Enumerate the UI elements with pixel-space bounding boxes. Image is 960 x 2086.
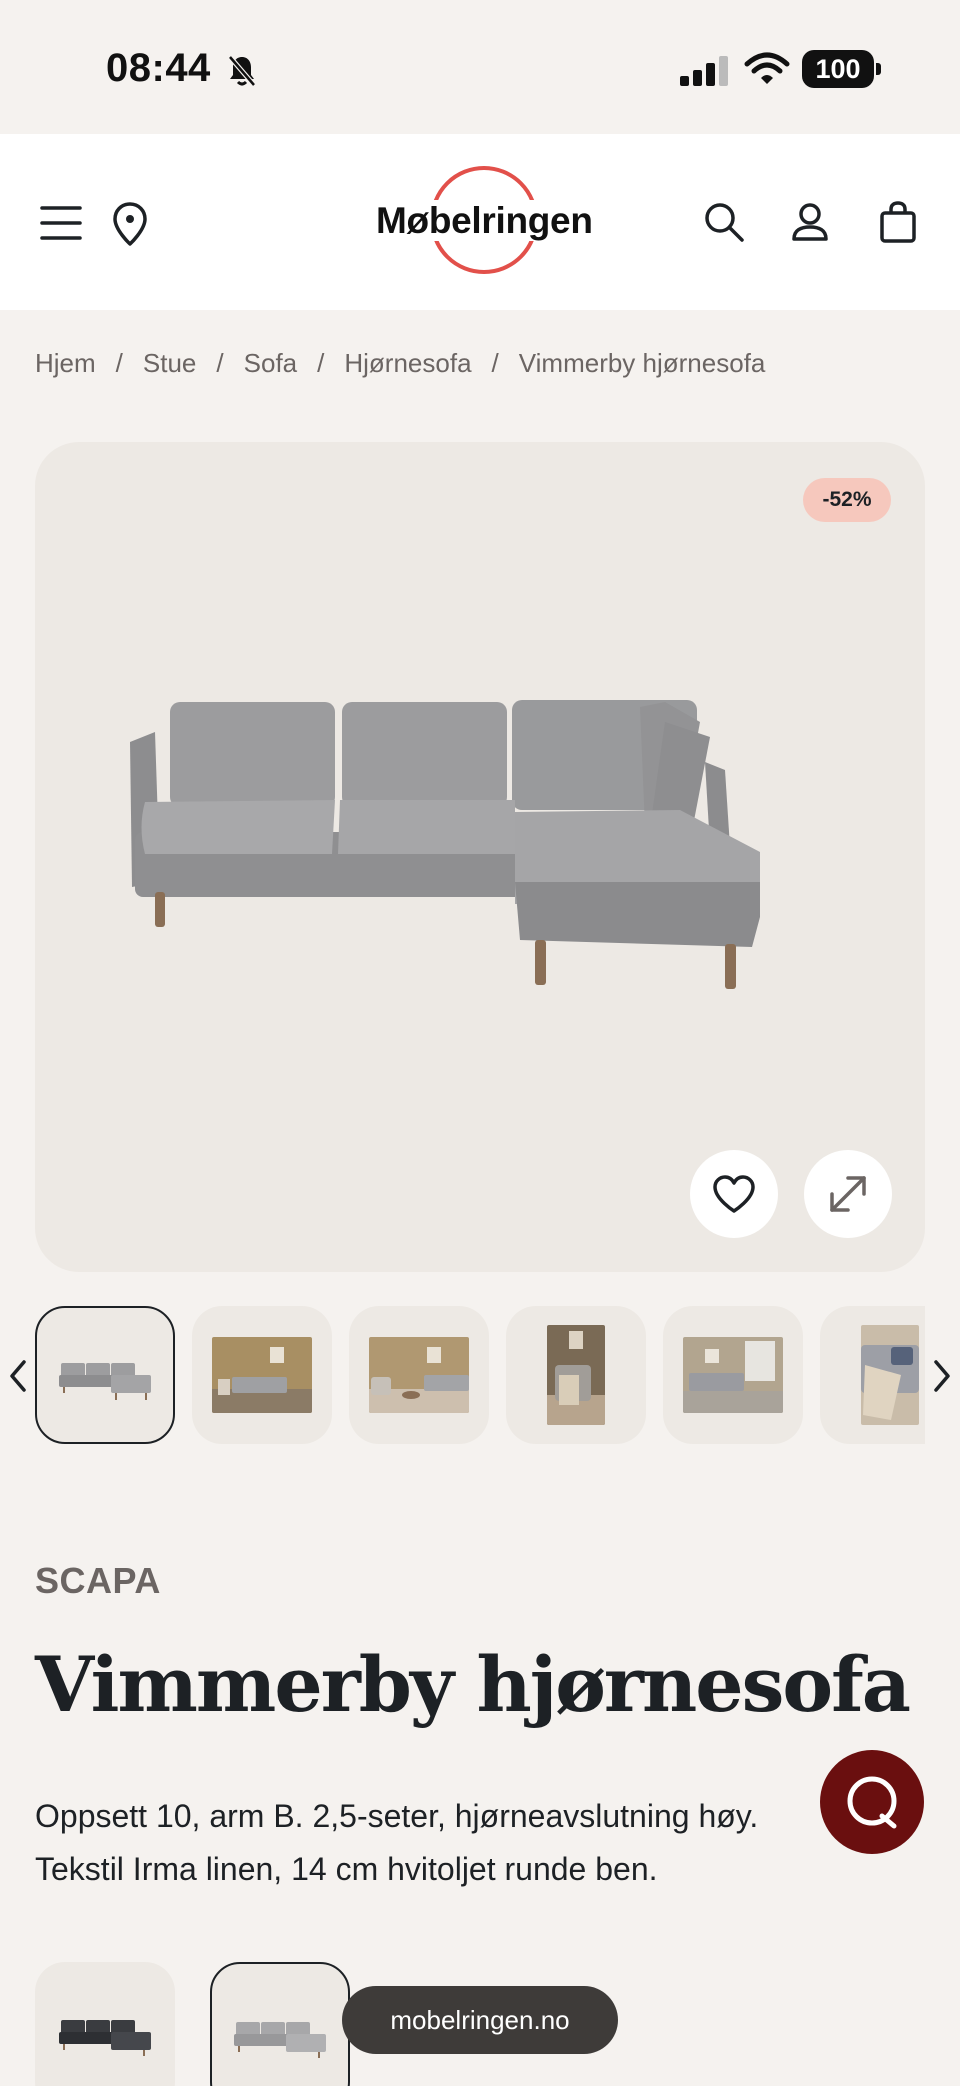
thumbnail-image	[59, 1363, 151, 1400]
thumbnail-image	[212, 1337, 312, 1413]
variant-option-grey[interactable]	[210, 1962, 350, 2086]
thumbnail-strip	[35, 1306, 925, 1446]
chevron-left-icon[interactable]	[4, 1356, 32, 1396]
breadcrumb-item-hjem[interactable]: Hjem	[35, 348, 96, 379]
thumbnail-image	[861, 1325, 919, 1425]
search-button[interactable]	[696, 194, 752, 250]
expand-image-button[interactable]	[804, 1150, 892, 1238]
expand-icon	[830, 1176, 866, 1212]
product-brand[interactable]: SCAPA	[35, 1560, 161, 1602]
cart-icon	[880, 201, 916, 243]
logo-text: Møbelringen	[374, 200, 595, 241]
thumbnail-image	[683, 1337, 783, 1413]
breadcrumb-separator: /	[317, 348, 325, 378]
chat-bubble-icon	[847, 1776, 897, 1829]
product-image	[130, 700, 760, 989]
search-icon	[705, 203, 744, 242]
status-bar: 08:44 100	[0, 0, 960, 134]
site-logo[interactable]: Møbelringen	[370, 166, 595, 276]
store-locator-button[interactable]	[102, 194, 158, 254]
variant-image	[59, 2020, 151, 2056]
product-description-line: Tekstil Irma linen, 14 cm hvitoljet rund…	[35, 1851, 658, 1887]
breadcrumb-item-sofa[interactable]: Sofa	[244, 348, 298, 379]
status-time: 08:44	[106, 46, 211, 90]
favorite-button[interactable]	[690, 1150, 778, 1238]
thumbnail-6[interactable]	[820, 1306, 925, 1444]
product-description: Oppsett 10, arm B. 2,5-seter, hjørneavsl…	[35, 1790, 935, 1900]
account-icon	[792, 203, 828, 241]
thumbnail-4[interactable]	[506, 1306, 646, 1444]
product-title: Vimmerby hjørnesofa	[35, 1640, 911, 1729]
account-button[interactable]	[782, 194, 838, 250]
product-image-gallery[interactable]: -52%	[35, 442, 925, 1272]
cellular-signal-icon	[680, 56, 728, 86]
browser-url-bar[interactable]: mobelringen.no	[342, 1986, 618, 2054]
site-header: Møbelringen	[0, 134, 960, 310]
battery-icon: 100	[802, 50, 881, 88]
store-location-icon	[113, 202, 147, 246]
breadcrumb-separator: /	[216, 348, 224, 378]
breadcrumb-separator: /	[491, 348, 499, 378]
chat-button[interactable]	[820, 1750, 924, 1854]
breadcrumb-item-current: Vimmerby hjørnesofa	[518, 348, 766, 378]
cart-button[interactable]	[870, 194, 926, 250]
variant-option-dark[interactable]	[35, 1962, 175, 2086]
breadcrumb-separator: /	[115, 348, 123, 378]
menu-icon	[40, 206, 82, 240]
thumbnail-1[interactable]	[35, 1306, 175, 1444]
product-description-line: Oppsett 10, arm B. 2,5-seter, hjørneavsl…	[35, 1798, 759, 1834]
breadcrumb-item-hjornesofa[interactable]: Hjørnesofa	[344, 348, 471, 379]
menu-button[interactable]	[30, 196, 92, 250]
wifi-icon	[744, 52, 790, 84]
variant-image	[234, 2022, 326, 2058]
thumbnail-image	[547, 1325, 605, 1425]
thumbnail-5[interactable]	[663, 1306, 803, 1444]
chevron-right-icon[interactable]	[928, 1356, 956, 1396]
bell-slash-icon	[228, 55, 256, 87]
breadcrumb: Hjem / Stue / Sofa / Hjørnesofa / Vimmer…	[35, 348, 765, 379]
breadcrumb-item-stue[interactable]: Stue	[143, 348, 197, 379]
discount-badge: -52%	[803, 478, 891, 522]
thumbnail-3[interactable]	[349, 1306, 489, 1444]
heart-icon	[713, 1175, 755, 1213]
thumbnail-image	[369, 1337, 469, 1413]
thumbnail-2[interactable]	[192, 1306, 332, 1444]
